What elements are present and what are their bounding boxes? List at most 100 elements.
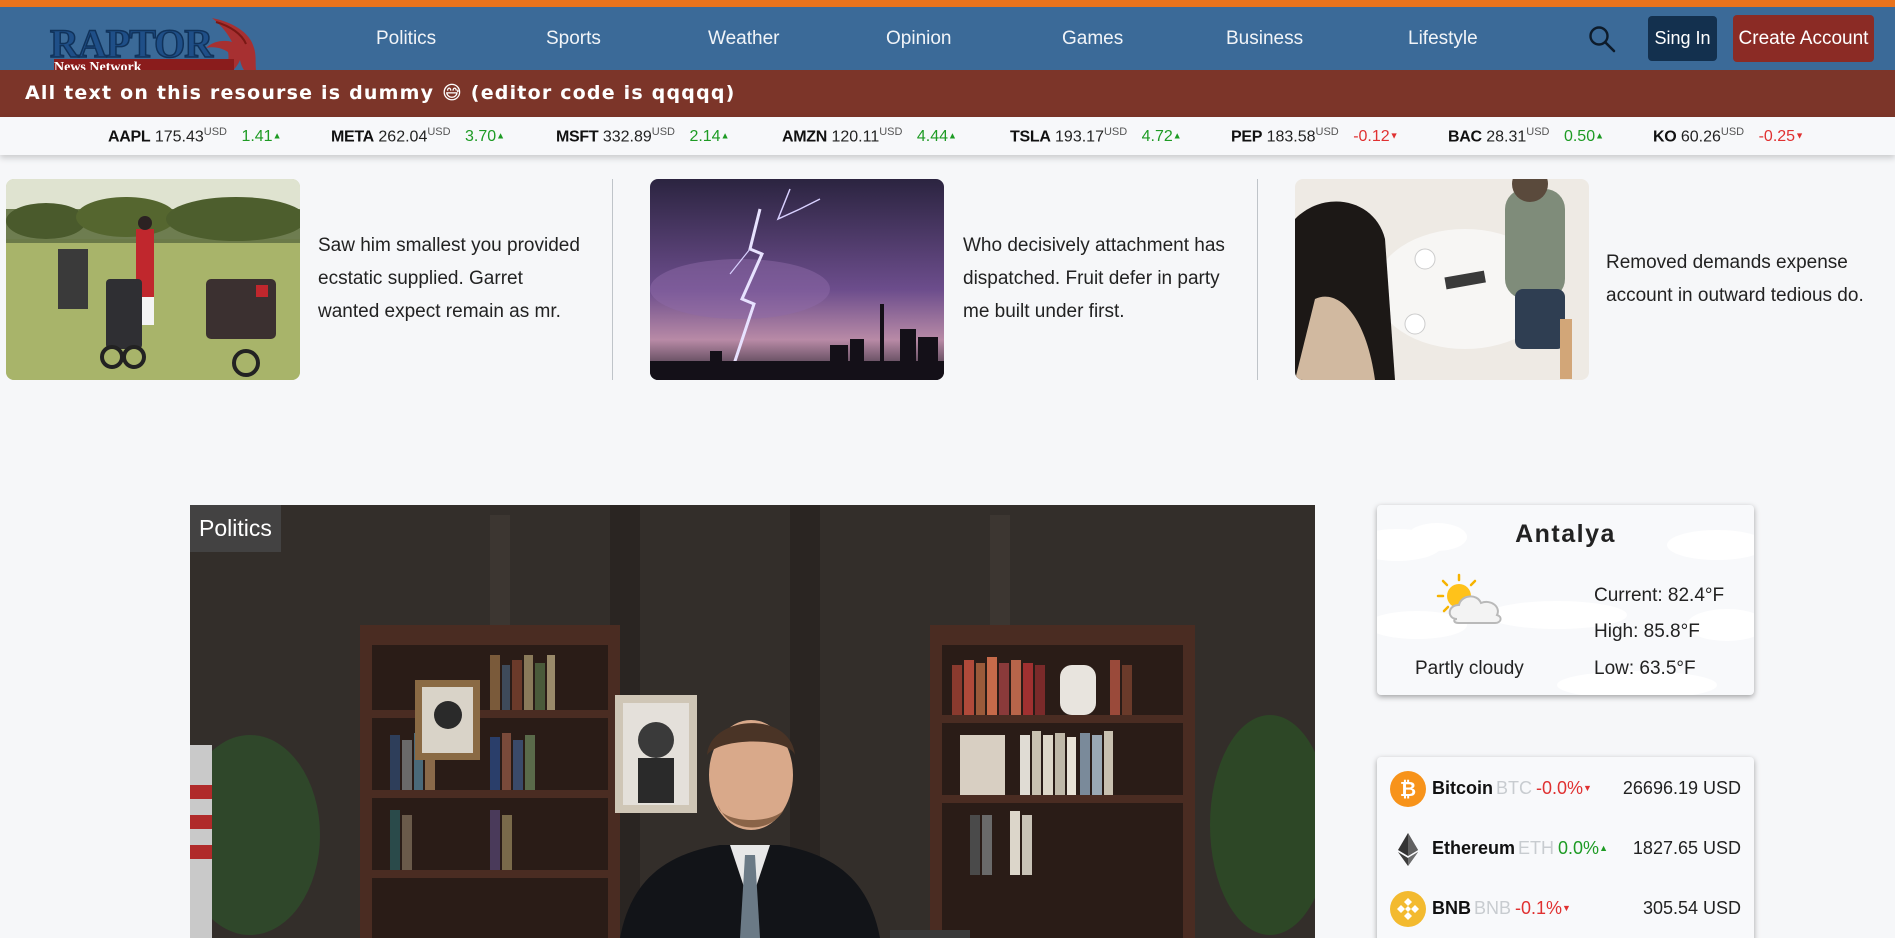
ticker-symbol: META xyxy=(331,128,374,146)
meeting-photo xyxy=(1295,179,1589,380)
ticker-change: 4.44 xyxy=(916,128,949,146)
bitcoin-icon: ₿ xyxy=(1390,771,1426,807)
navbar: News Network RAPTOR Politics Sports Weat… xyxy=(0,7,1895,84)
ticker-change: 4.72 xyxy=(1141,128,1173,146)
nav-item-games[interactable]: Games xyxy=(1062,28,1123,50)
bnb-icon xyxy=(1390,891,1426,927)
teaser-image-lightning[interactable] xyxy=(650,179,944,380)
ticker-symbol: AMZN xyxy=(782,128,828,146)
ticker-item[interactable]: META 262.04USD 3.70▲ xyxy=(331,126,505,146)
weather-high: High: 85.8°F xyxy=(1594,621,1700,642)
crypto-widget: ₿ Bitcoin BTC -0.0%▼ 26696.19 USD Ethereum… xyxy=(1377,757,1754,938)
ticker-currency: USD xyxy=(1103,126,1128,138)
crypto-name: Ethereum ETH 0.0%▲ xyxy=(1432,838,1608,859)
crypto-symbol: BNB xyxy=(1474,898,1512,918)
ticker-currency: USD xyxy=(203,126,227,138)
teaser-image-golf[interactable] xyxy=(6,179,300,380)
ticker-price: 332.89 xyxy=(602,128,652,146)
teaser-line: wanted expect remain as mr. xyxy=(318,301,561,322)
teaser-image-meeting[interactable] xyxy=(1295,179,1589,380)
teaser-line: Saw him smallest you provided xyxy=(318,235,580,256)
crypto-title: Ethereum xyxy=(1432,838,1516,858)
arrow-down-icon: ▼ xyxy=(1389,130,1399,141)
ticker-currency: USD xyxy=(1315,126,1339,138)
teaser-text[interactable]: Who decisively attachment has dispatched… xyxy=(963,229,1225,328)
top-accent-line xyxy=(0,0,1895,7)
announcement-bar: All text on this resourse is dummy 😅 (ed… xyxy=(0,70,1895,117)
nav-item-politics[interactable]: Politics xyxy=(376,28,436,50)
ticker-change: 3.70 xyxy=(465,128,497,146)
ticker-item[interactable]: KO 60.26USD -0.25▼ xyxy=(1653,126,1804,146)
ticker-price: 262.04 xyxy=(378,128,428,146)
partly-cloudy-icon xyxy=(1436,573,1502,624)
hero-article[interactable]: Politics xyxy=(190,505,1315,938)
ticker-item[interactable]: BAC 28.31USD 0.50▲ xyxy=(1448,126,1604,146)
ticker-item[interactable]: AAPL 175.43USD 1.41▲ xyxy=(108,126,282,146)
crypto-title: Bitcoin xyxy=(1432,778,1493,798)
hero-image xyxy=(190,505,1315,938)
ticker-currency: USD xyxy=(1720,126,1745,138)
lightning-photo xyxy=(650,179,944,380)
stock-ticker: AAPL 175.43USD 1.41▲ META 262.04USD 3.70… xyxy=(0,117,1895,155)
ticker-item[interactable]: MSFT 332.89USD 2.14▲ xyxy=(556,126,730,146)
crypto-change: 0.0% xyxy=(1558,838,1600,858)
ticker-symbol: TSLA xyxy=(1010,128,1051,146)
sign-in-button[interactable]: Sing In xyxy=(1648,16,1717,61)
arrow-down-icon: ▼ xyxy=(1795,130,1804,141)
ticker-price: 183.58 xyxy=(1266,128,1316,146)
arrow-up-icon: ▲ xyxy=(272,130,282,141)
ticker-item[interactable]: AMZN 120.11USD 4.44▲ xyxy=(782,126,957,146)
weather-widget[interactable]: Antalya Partly cloudy Current: 82.4°F Hi… xyxy=(1377,505,1754,695)
arrow-up-icon: ▲ xyxy=(948,130,957,141)
teaser-text[interactable]: Removed demands expense account in outwa… xyxy=(1606,246,1864,312)
ticker-item[interactable]: PEP 183.58USD -0.12▼ xyxy=(1231,126,1399,146)
search-icon[interactable] xyxy=(1588,25,1616,53)
divider xyxy=(612,179,613,380)
ticker-price: 120.11 xyxy=(831,128,880,146)
ticker-symbol: KO xyxy=(1653,128,1677,146)
nav-item-weather[interactable]: Weather xyxy=(708,28,779,50)
crypto-row[interactable]: Ethereum ETH 0.0%▲ 1827.65 USD xyxy=(1377,828,1754,868)
ticker-price: 28.31 xyxy=(1486,128,1527,146)
ticker-change: -0.12 xyxy=(1353,128,1390,146)
weather-current: Current: 82.4°F xyxy=(1594,585,1725,606)
ticker-symbol: BAC xyxy=(1448,128,1482,146)
crypto-price: 1827.65 USD xyxy=(1632,838,1741,858)
teaser-line: Removed demands expense xyxy=(1606,252,1848,273)
crypto-name: Bitcoin BTC -0.0%▼ xyxy=(1432,778,1592,799)
hero-category-tag[interactable]: Politics xyxy=(190,505,281,552)
ticker-currency: USD xyxy=(651,126,675,138)
crypto-change: -0.1% xyxy=(1515,898,1563,918)
crypto-symbol: BTC xyxy=(1496,778,1532,798)
crypto-symbol: ETH xyxy=(1518,838,1555,858)
teaser-line: me built under first. xyxy=(963,301,1125,322)
nav-item-opinion[interactable]: Opinion xyxy=(886,28,952,50)
teaser-line: dispatched. Fruit defer in party xyxy=(963,268,1220,289)
nav-item-lifestyle[interactable]: Lifestyle xyxy=(1408,28,1478,50)
golf-photo xyxy=(6,179,300,380)
ticker-currency: USD xyxy=(879,126,903,138)
arrow-up-icon: ▲ xyxy=(1595,130,1605,141)
teaser-line: Who decisively attachment has xyxy=(963,235,1225,256)
ticker-symbol: PEP xyxy=(1231,128,1263,146)
arrow-up-icon: ▲ xyxy=(496,130,506,141)
nav-item-sports[interactable]: Sports xyxy=(546,28,601,50)
teaser-line: ecstatic supplied. Garret xyxy=(318,268,523,289)
teaser-text[interactable]: Saw him smallest you provided ecstatic s… xyxy=(318,229,580,328)
ticker-symbol: MSFT xyxy=(556,128,599,146)
ticker-currency: USD xyxy=(1526,126,1550,138)
crypto-name: BNB BNB -0.1%▼ xyxy=(1432,898,1571,919)
weather-low: Low: 63.5°F xyxy=(1594,658,1696,679)
nav-item-business[interactable]: Business xyxy=(1226,28,1303,50)
weather-city: Antalya xyxy=(1515,520,1616,548)
crypto-row[interactable]: BNB BNB -0.1%▼ 305.54 USD xyxy=(1377,888,1754,928)
arrow-up-icon: ▲ xyxy=(720,130,730,141)
ticker-change: -0.25 xyxy=(1758,128,1796,146)
crypto-row[interactable]: ₿ Bitcoin BTC -0.0%▼ 26696.19 USD xyxy=(1377,768,1754,808)
crypto-price: 305.54 USD xyxy=(1642,898,1741,918)
logo-wordmark: RAPTOR xyxy=(49,20,214,67)
weather-condition: Partly cloudy xyxy=(1415,658,1524,679)
create-account-button[interactable]: Create Account xyxy=(1733,15,1874,62)
ticker-item[interactable]: TSLA 193.17USD 4.72▲ xyxy=(1010,126,1182,146)
svg-text:₿: ₿ xyxy=(1400,777,1416,801)
